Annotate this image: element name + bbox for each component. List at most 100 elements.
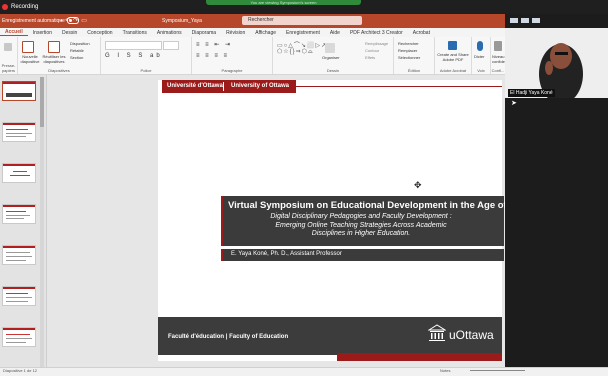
- slide-logo-en: University of Ottawa: [231, 83, 290, 89]
- slide-thumbnail[interactable]: [2, 81, 36, 101]
- ribbon-tabs: Accueil Insertion Dessin Conception Tran…: [0, 28, 505, 37]
- slide-title[interactable]: Virtual Symposium on Educational Develop…: [228, 200, 525, 211]
- paste-icon[interactable]: [4, 43, 12, 51]
- font-style-buttons[interactable]: G I S S ab: [105, 53, 163, 59]
- font-group-label: Police: [140, 68, 152, 73]
- start-slideshow-icon[interactable]: ▭: [81, 18, 90, 24]
- thumbnail-scroll-handle[interactable]: [40, 77, 44, 127]
- drawing-group-label: Dessin: [326, 68, 340, 73]
- new-slide-icon[interactable]: [22, 41, 34, 53]
- replace-button[interactable]: Remplacer: [398, 48, 417, 53]
- maximize-icon[interactable]: [532, 18, 540, 23]
- subtitle-line: Digital Disciplinary Pedagogies and Facu…: [270, 213, 452, 220]
- slide-subtitle[interactable]: Digital Disciplinary Pedagogies and Facu…: [226, 213, 496, 239]
- tab-transitions[interactable]: Transitions: [118, 30, 152, 36]
- undo-icon[interactable]: ↶: [65, 18, 73, 24]
- tab-dessin[interactable]: Dessin: [57, 30, 82, 36]
- select-button[interactable]: Sélectionner: [398, 55, 420, 60]
- reuse-slides-button[interactable]: Réutiliser les diapositives: [42, 54, 66, 64]
- tab-conception[interactable]: Conception: [82, 30, 117, 36]
- tab-pdf-architect[interactable]: PDF Architect 3 Creator: [345, 30, 408, 36]
- view-controls[interactable]: [510, 18, 540, 23]
- subtitle-line: Disciplines in Higher Education.: [311, 230, 411, 237]
- fill-button[interactable]: Remplissage: [365, 41, 388, 46]
- participant-name: El Hadji Yaya Koné: [508, 89, 555, 97]
- zoom-slider[interactable]: [470, 370, 525, 371]
- move-cursor-icon: ✥: [414, 180, 422, 190]
- tab-affichage[interactable]: Affichage: [250, 30, 281, 36]
- font-group: G I S S ab Police: [101, 37, 192, 74]
- tab-diaporama[interactable]: Diaporama: [187, 30, 221, 36]
- slides-group-label: Diapositives: [48, 68, 70, 73]
- editing-group: Rechercher Remplacer Sélectionner Éditio…: [394, 37, 435, 74]
- share-banner[interactable]: You are viewing Symposium's screen: [206, 0, 361, 5]
- tab-insertion[interactable]: Insertion: [28, 30, 57, 36]
- slide-logo-separator: [223, 82, 224, 91]
- participant-avatar: [505, 28, 608, 104]
- tab-accueil[interactable]: Accueil: [0, 29, 28, 36]
- layout-button[interactable]: Disposition: [70, 41, 90, 46]
- slide-logo-fr: Université d'Ottawa: [167, 83, 223, 89]
- clipboard-label: Presse-papiers: [1, 63, 16, 73]
- acrobat-group: Create and Share Adobe PDF Adobe Acrobat: [435, 37, 472, 74]
- recording-indicator[interactable]: Recording: [2, 2, 38, 12]
- acrobat-group-label: Adobe Acrobat: [439, 68, 467, 73]
- slide-thumbnail[interactable]: [2, 245, 36, 265]
- record-dot-icon: [2, 4, 8, 10]
- new-slide-button[interactable]: Nouvelle diapositive: [19, 54, 41, 64]
- document-name[interactable]: Symposium_Yaya: [162, 18, 202, 24]
- font-size-select[interactable]: [163, 41, 179, 50]
- slide-logo-wordmark: uOttawa: [449, 328, 494, 342]
- slide-thumbnail[interactable]: [2, 286, 36, 306]
- clipboard-group: Presse-papiers: [0, 37, 18, 74]
- slide-counter[interactable]: Diapositive 1 de 12: [3, 367, 37, 375]
- tab-enregistrement[interactable]: Enregistrement: [281, 30, 325, 36]
- reuse-slides-icon[interactable]: [48, 41, 60, 53]
- gallery-view-icon[interactable]: [521, 18, 529, 23]
- reset-button[interactable]: Rétablir: [70, 48, 84, 53]
- drawing-group: ▭○△⌒↘⬜▷↗ ⬠☆{}⇒⬡⌓ Organiser Remplissage C…: [273, 37, 394, 74]
- recording-label: Recording: [11, 4, 39, 10]
- tab-aide[interactable]: Aide: [325, 30, 345, 36]
- paragraph-group-label: Paragraphe: [221, 68, 243, 73]
- sensitivity-icon[interactable]: [494, 41, 502, 51]
- list-buttons[interactable]: ≡ ≡ ⇤ ⇥: [196, 41, 232, 48]
- find-button[interactable]: Rechercher: [398, 41, 419, 46]
- tab-animations[interactable]: Animations: [152, 30, 187, 36]
- font-name-select[interactable]: [105, 41, 162, 50]
- quick-access-toolbar[interactable]: ▪↶↷▭: [60, 17, 90, 24]
- slide-thumbnail[interactable]: [2, 204, 36, 224]
- adobe-pdf-icon[interactable]: [448, 41, 457, 50]
- ribbon: Presse-papiers Nouvelle diapositive Réut…: [0, 37, 505, 75]
- slide-footer-text: Faculté d'éducation | Faculty of Educati…: [168, 334, 289, 340]
- section-button[interactable]: Section: [70, 55, 83, 60]
- university-building-icon: [428, 324, 446, 341]
- minimize-icon[interactable]: [510, 18, 518, 23]
- slide-thumbnail[interactable]: [2, 163, 36, 183]
- subtitle-line: Emerging Online Teaching Strategies Acro…: [275, 221, 447, 229]
- sensitivity-button[interactable]: Niveau de confidentialité: [492, 54, 505, 64]
- redo-icon[interactable]: ↷: [73, 18, 81, 24]
- mouse-pointer-icon: ➤: [511, 100, 517, 107]
- outline-button[interactable]: Contour: [365, 48, 379, 53]
- slide-thumbnail[interactable]: [2, 327, 36, 347]
- notes-button[interactable]: Notes: [440, 367, 450, 375]
- create-pdf-button[interactable]: Create and Share Adobe PDF: [436, 52, 470, 62]
- tab-acrobat[interactable]: Acrobat: [408, 30, 435, 36]
- tab-revision[interactable]: Révision: [221, 30, 250, 36]
- voice-group-label: Voix: [477, 68, 485, 73]
- align-buttons[interactable]: ≡ ≡ ≡ ≡: [196, 53, 229, 59]
- slide-thumbnail[interactable]: [2, 122, 36, 142]
- arrange-icon[interactable]: [325, 43, 335, 53]
- paragraph-group: ≡ ≡ ⇤ ⇥ ≡ ≡ ≡ ≡ Paragraphe: [192, 37, 273, 74]
- arrange-button[interactable]: Organiser: [322, 55, 340, 60]
- participant-video[interactable]: [505, 28, 608, 104]
- dictate-button[interactable]: Dicter: [474, 54, 484, 59]
- search-input[interactable]: Rechercher: [242, 16, 362, 25]
- shapes-gallery-row2[interactable]: ⬠☆{}⇒⬡⌓: [277, 48, 314, 56]
- microphone-icon[interactable]: [477, 41, 483, 51]
- ppt-title-bar: Enregistrement automatique ▪↶↷▭ Symposiu…: [0, 14, 505, 28]
- voice-group: Dicter Voix: [472, 37, 491, 74]
- slide-author[interactable]: E. Yaya Koné, Ph. D., Assistant Professo…: [231, 251, 342, 257]
- effects-button[interactable]: Effets: [365, 55, 375, 60]
